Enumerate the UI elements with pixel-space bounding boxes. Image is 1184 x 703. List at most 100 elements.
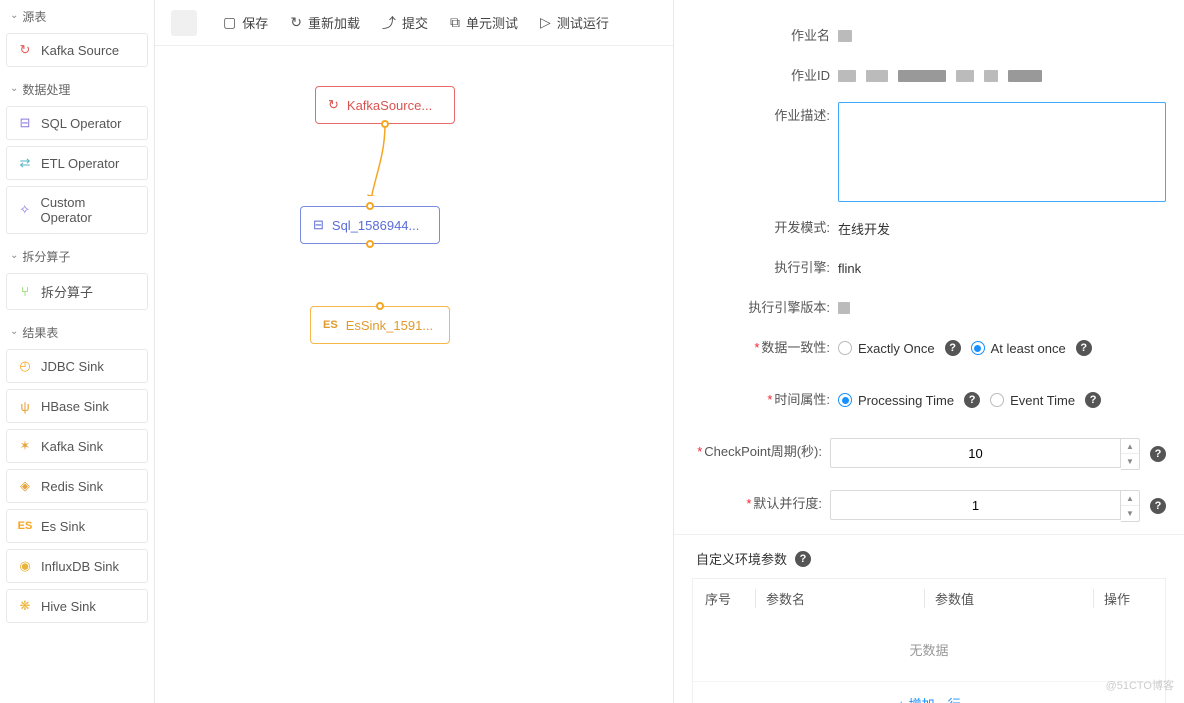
sidebar-item-kafka-sink[interactable]: ✶ Kafka Sink bbox=[6, 429, 148, 463]
hive-sink-icon: ❋ bbox=[17, 598, 33, 614]
sidebar-item-influxdb-sink[interactable]: ◉ InfluxDB Sink bbox=[6, 549, 148, 583]
component-sidebar: 源表 ↻ Kafka Source 数据处理 ⊟ SQL Operator ⇄ … bbox=[0, 0, 155, 703]
sidebar-item-jdbc-sink[interactable]: ◴ JDBC Sink bbox=[6, 349, 148, 383]
canvas-area: ▢保存 ↻重新加载 ⤴提交 ⧉单元测试 ▷测试运行 ↻ KafkaSource.… bbox=[155, 0, 674, 703]
sidebar-item-label: Redis Sink bbox=[41, 479, 103, 494]
kafka-source-icon: ↻ bbox=[17, 42, 33, 58]
sidebar-item-label: Kafka Sink bbox=[41, 439, 103, 454]
hbase-sink-icon: ψ bbox=[17, 398, 33, 414]
stepper-down[interactable]: ▼ bbox=[1121, 506, 1139, 521]
job-id-label: 作业ID bbox=[692, 62, 838, 90]
col-no: 序号 bbox=[705, 589, 755, 608]
sidebar-item-es-sink[interactable]: ES Es Sink bbox=[6, 509, 148, 543]
radio-exactly-once[interactable]: Exactly Once bbox=[838, 341, 935, 356]
influxdb-sink-icon: ◉ bbox=[17, 558, 33, 574]
sidebar-item-label: Hive Sink bbox=[41, 599, 96, 614]
sidebar-item-sql-operator[interactable]: ⊟ SQL Operator bbox=[6, 106, 148, 140]
save-icon: ▢ bbox=[223, 14, 236, 31]
stepper-up[interactable]: ▲ bbox=[1121, 491, 1139, 506]
sidebar-item-hive-sink[interactable]: ❋ Hive Sink bbox=[6, 589, 148, 623]
sidebar-item-label: ETL Operator bbox=[41, 156, 119, 171]
parallelism-input[interactable]: ▲▼ bbox=[830, 490, 1140, 522]
parallelism-label: *默认并行度: bbox=[692, 490, 830, 518]
help-icon[interactable]: ? bbox=[1150, 498, 1166, 514]
node-sql-operator[interactable]: ⊟ Sql_1586944... bbox=[300, 206, 440, 244]
time-attr-label: *时间属性: bbox=[692, 386, 838, 414]
checkpoint-input[interactable]: ▲▼ bbox=[830, 438, 1140, 470]
col-op: 操作 bbox=[1093, 589, 1153, 608]
help-icon[interactable]: ? bbox=[1150, 446, 1166, 462]
help-icon[interactable]: ? bbox=[964, 392, 980, 408]
sidebar-item-hbase-sink[interactable]: ψ HBase Sink bbox=[6, 389, 148, 423]
kafka-node-icon: ↻ bbox=[328, 97, 339, 113]
radio-at-least-once[interactable]: At least once bbox=[971, 341, 1066, 356]
engine-version-label: 执行引擎版本: bbox=[692, 294, 838, 322]
etl-operator-icon: ⇄ bbox=[17, 155, 33, 171]
consistency-label: *数据一致性: bbox=[692, 334, 838, 362]
save-button[interactable]: ▢保存 bbox=[223, 13, 268, 32]
sql-operator-icon: ⊟ bbox=[17, 115, 33, 131]
col-name: 参数名 bbox=[755, 589, 924, 608]
sidebar-item-label: Es Sink bbox=[41, 519, 85, 534]
add-row-button[interactable]: + 增加一行 bbox=[693, 681, 1165, 703]
toolbar: ▢保存 ↻重新加载 ⤴提交 ⧉单元测试 ▷测试运行 bbox=[155, 0, 673, 46]
radio-processing-time[interactable]: Processing Time bbox=[838, 393, 954, 408]
sidebar-item-kafka-source[interactable]: ↻ Kafka Source bbox=[6, 33, 148, 67]
submit-button[interactable]: ⤴提交 bbox=[382, 13, 428, 33]
radio-event-time[interactable]: Event Time bbox=[990, 393, 1075, 408]
job-id-value bbox=[838, 62, 1166, 90]
engine-version-value bbox=[838, 294, 1166, 322]
sidebar-section-split[interactable]: 拆分算子 bbox=[0, 240, 154, 273]
sidebar-item-label: HBase Sink bbox=[41, 399, 109, 414]
parallelism-field[interactable] bbox=[830, 490, 1121, 520]
custom-operator-icon: ✧ bbox=[17, 202, 32, 218]
reload-icon: ↻ bbox=[290, 14, 302, 31]
node-input-port[interactable] bbox=[366, 202, 374, 210]
help-icon[interactable]: ? bbox=[945, 340, 961, 356]
sidebar-section-result[interactable]: 结果表 bbox=[0, 316, 154, 349]
node-label: KafkaSource... bbox=[347, 98, 432, 113]
sidebar-section-source[interactable]: 源表 bbox=[0, 0, 154, 33]
table-empty: 无数据 bbox=[693, 618, 1165, 681]
env-params-table: 序号 参数名 参数值 操作 无数据 + 增加一行 bbox=[692, 578, 1166, 703]
job-name-label: 作业名 bbox=[692, 22, 838, 50]
flow-canvas[interactable]: ↻ KafkaSource... ⊟ Sql_1586944... ES EsS… bbox=[155, 46, 673, 703]
es-sink-icon: ES bbox=[17, 518, 33, 534]
reload-button[interactable]: ↻重新加载 bbox=[290, 13, 360, 32]
dev-mode-label: 开发模式: bbox=[692, 214, 838, 242]
sidebar-section-process[interactable]: 数据处理 bbox=[0, 73, 154, 106]
stepper-down[interactable]: ▼ bbox=[1121, 454, 1139, 469]
play-icon: ▷ bbox=[540, 14, 551, 31]
sidebar-item-etl-operator[interactable]: ⇄ ETL Operator bbox=[6, 146, 148, 180]
dev-mode-value: 在线开发 bbox=[838, 214, 1166, 242]
sidebar-item-split-operator[interactable]: ⑂ 拆分算子 bbox=[6, 273, 148, 310]
redis-sink-icon: ◈ bbox=[17, 478, 33, 494]
split-operator-icon: ⑂ bbox=[17, 284, 33, 300]
node-output-port[interactable] bbox=[366, 240, 374, 248]
sidebar-item-label: Custom Operator bbox=[40, 195, 137, 225]
job-desc-textarea[interactable] bbox=[838, 102, 1166, 202]
node-output-port[interactable] bbox=[381, 120, 389, 128]
node-kafka-source[interactable]: ↻ KafkaSource... bbox=[315, 86, 455, 124]
sidebar-item-label: 拆分算子 bbox=[41, 282, 93, 301]
upload-icon: ⤴ bbox=[382, 13, 396, 33]
node-input-port[interactable] bbox=[376, 302, 384, 310]
sql-node-icon: ⊟ bbox=[313, 217, 324, 233]
help-icon[interactable]: ? bbox=[1085, 392, 1101, 408]
unit-test-icon: ⧉ bbox=[450, 14, 460, 31]
test-run-button[interactable]: ▷测试运行 bbox=[540, 13, 609, 32]
unit-test-button[interactable]: ⧉单元测试 bbox=[450, 13, 518, 32]
watermark: @51CTO博客 bbox=[1106, 677, 1174, 693]
checkpoint-field[interactable] bbox=[830, 438, 1121, 468]
sidebar-item-custom-operator[interactable]: ✧ Custom Operator bbox=[6, 186, 148, 234]
job-name-value bbox=[838, 22, 1166, 50]
help-icon[interactable]: ? bbox=[795, 551, 811, 567]
jdbc-sink-icon: ◴ bbox=[17, 358, 33, 374]
sidebar-item-label: Kafka Source bbox=[41, 43, 119, 58]
env-params-title: 自定义环境参数 ? bbox=[674, 535, 1184, 578]
sidebar-item-redis-sink[interactable]: ◈ Redis Sink bbox=[6, 469, 148, 503]
node-label: Sql_1586944... bbox=[332, 218, 419, 233]
stepper-up[interactable]: ▲ bbox=[1121, 439, 1139, 454]
node-es-sink[interactable]: ES EsSink_1591... bbox=[310, 306, 450, 344]
help-icon[interactable]: ? bbox=[1076, 340, 1092, 356]
